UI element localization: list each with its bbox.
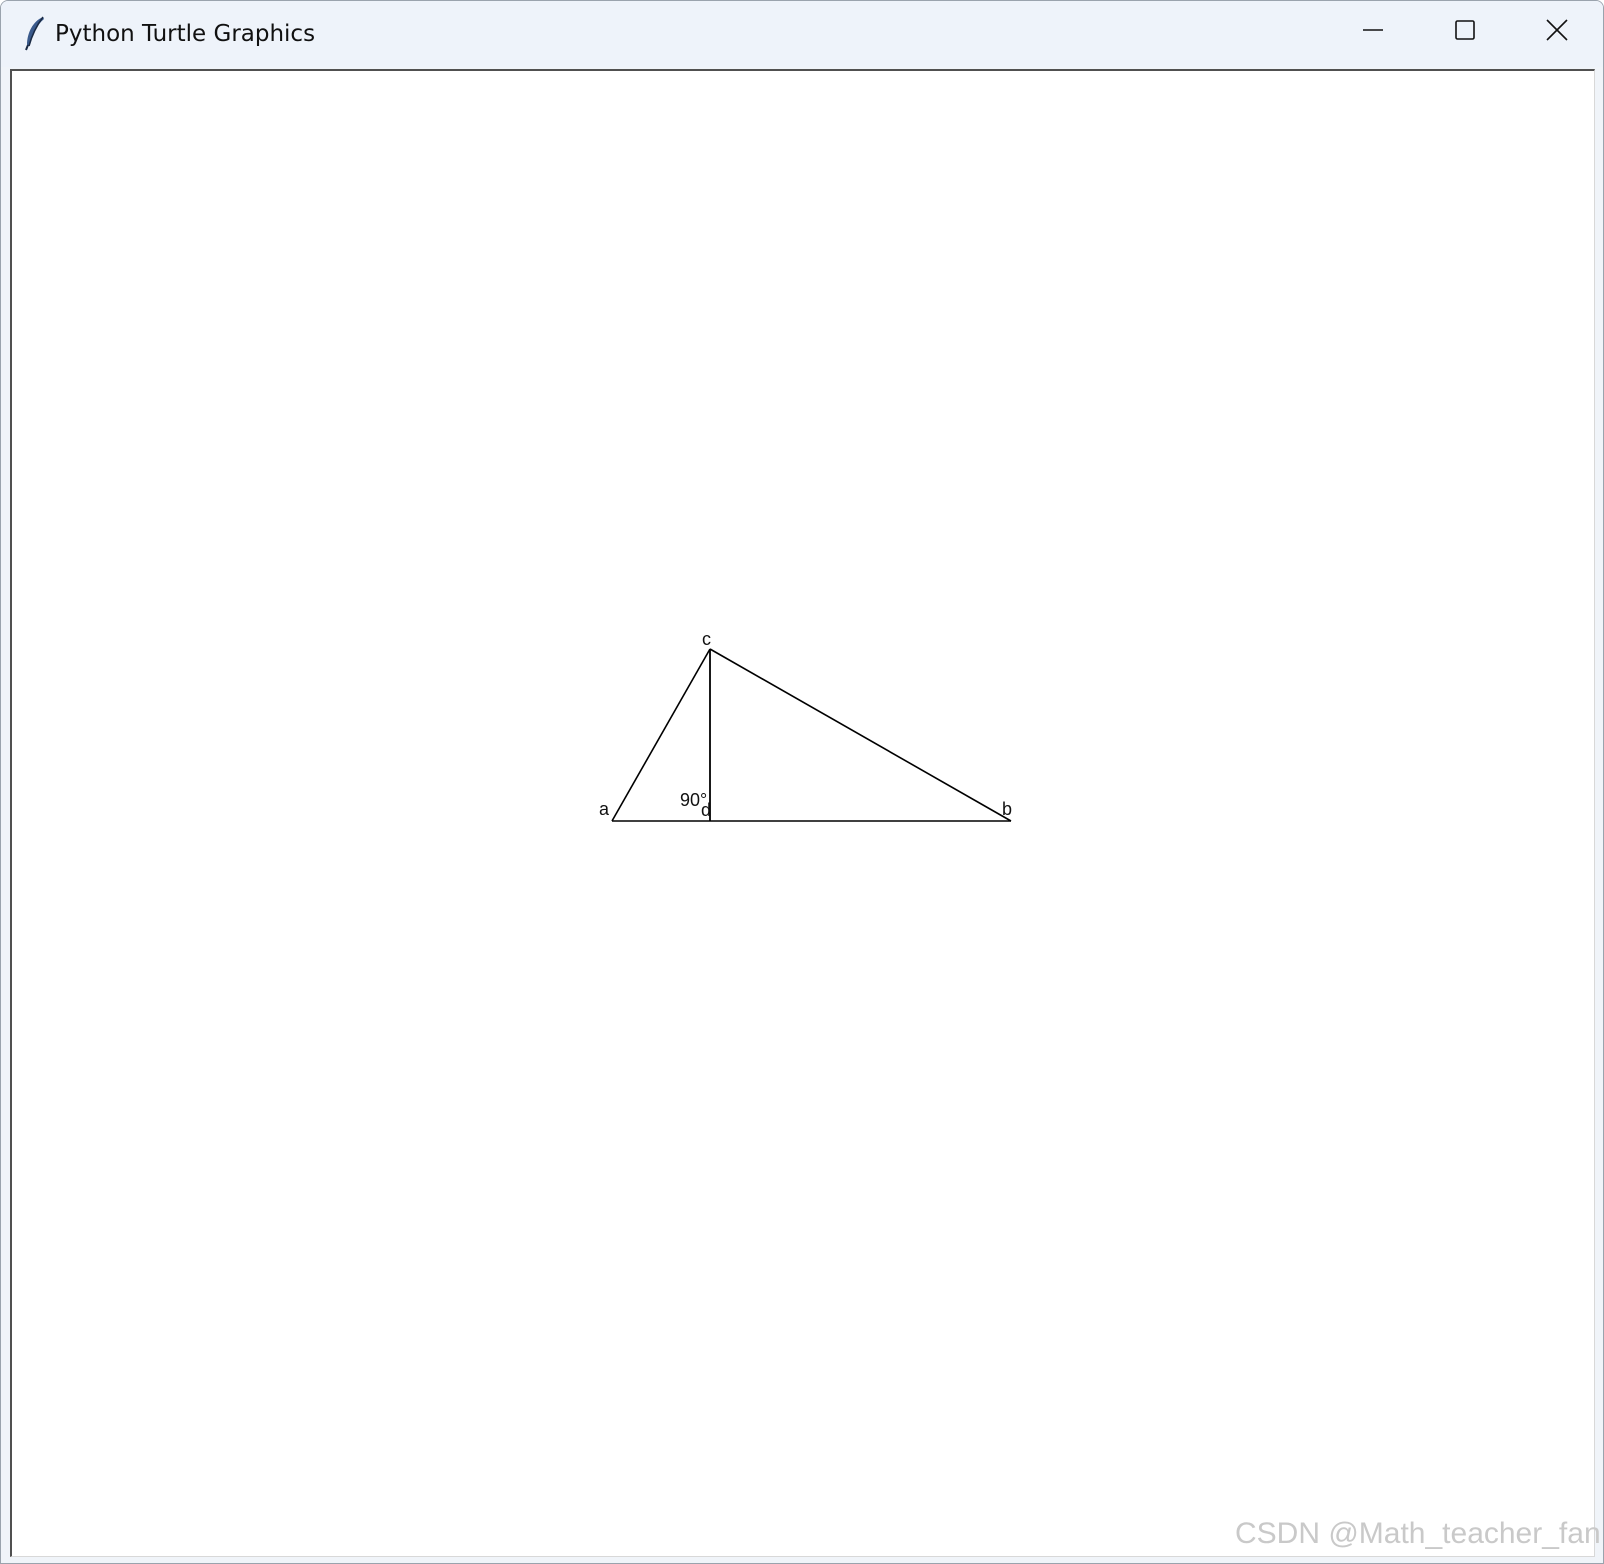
minimize-icon: [1361, 18, 1385, 46]
maximize-button[interactable]: [1419, 1, 1511, 63]
turtle-canvas[interactable]: a b c d 90°: [10, 69, 1595, 1557]
close-button[interactable]: [1511, 1, 1603, 63]
side-cb: [709, 648, 1012, 822]
drawing-surface: a b c d 90°: [599, 629, 1012, 822]
title-bar[interactable]: Python Turtle Graphics: [1, 1, 1603, 67]
label-c: c: [702, 629, 711, 649]
label-a: a: [599, 799, 610, 819]
maximize-icon: [1453, 18, 1477, 46]
window-title: Python Turtle Graphics: [55, 21, 316, 47]
close-icon: [1545, 18, 1569, 46]
minimize-button[interactable]: [1327, 1, 1419, 63]
turtle-window: Python Turtle Graphics a b c d 90° CSDN …: [0, 0, 1604, 1564]
feather-icon: [23, 15, 47, 51]
label-right-angle: 90°: [680, 790, 707, 810]
label-b: b: [1002, 799, 1012, 819]
